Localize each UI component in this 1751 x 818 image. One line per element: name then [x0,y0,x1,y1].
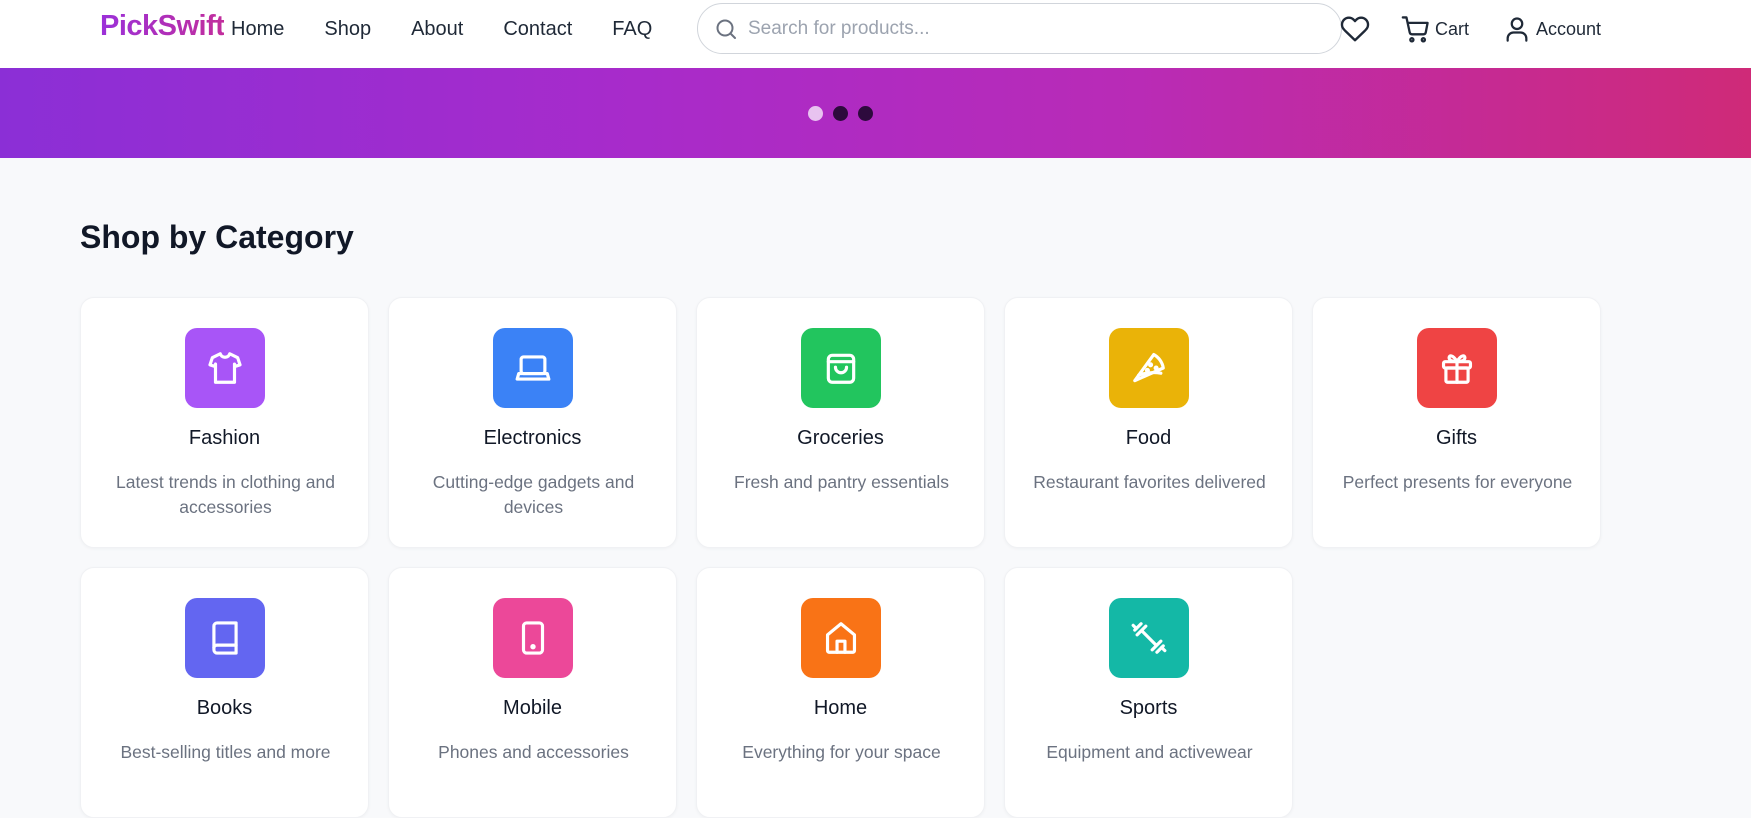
category-description: Fresh and pantry essentials [734,472,949,492]
cart-label: Cart [1435,18,1470,39]
category-icon-box [1417,328,1497,408]
category-card-gifts[interactable]: Gifts Perfect presents for everyone [1312,297,1601,548]
house-icon [825,622,857,654]
category-description: Perfect presents for everyone [1342,472,1573,492]
shopping-bag-icon [826,353,856,384]
category-name: Mobile [503,697,562,719]
account-label: Account [1536,18,1602,39]
laptop-icon [515,355,551,381]
carousel-dots [808,106,883,121]
cart-icon [1401,15,1429,42]
category-icon-box [1109,598,1189,678]
wishlist-button[interactable] [1340,14,1370,44]
brand-logo[interactable]: PickSwift [100,10,225,43]
category-name: Fashion [188,427,261,449]
category-card-groceries[interactable]: Groceries Fresh and pantry essentials [696,297,985,548]
shirt-icon [208,352,242,384]
category-name: Gifts [1435,427,1478,449]
category-icon-box [185,598,265,678]
category-icon-box [493,328,573,408]
nav-link-about[interactable]: About [411,18,463,41]
category-card-books[interactable]: Books Best-selling titles and more [80,567,369,818]
nav-link-contact[interactable]: Contact [503,18,572,41]
gift-icon [1441,354,1473,384]
dumbbell-icon [1131,622,1167,654]
category-name: Books [196,697,253,719]
category-card-sports[interactable]: Sports Equipment and activewear [1004,567,1293,818]
category-icon-box [185,328,265,408]
search-icon [716,19,736,39]
nav-link-faq[interactable]: FAQ [612,18,652,41]
carousel-dot-2[interactable] [833,106,848,121]
category-card-mobile[interactable]: Mobile Phones and accessories [388,567,677,818]
category-card-home[interactable]: Home Everything for your space [696,567,985,818]
section-title: Shop by Category [80,219,354,255]
category-card-food[interactable]: Food Restaurant favorites delivered [1004,297,1293,548]
main-nav: Home Shop About Contact FAQ [231,0,692,58]
category-description: Latest trends in clothing and accessorie… [116,472,335,517]
search-input[interactable] [748,4,1318,53]
category-icon-box [801,598,881,678]
category-name: Home [813,697,868,719]
category-icon-box [801,328,881,408]
category-card-fashion[interactable]: Fashion Latest trends in clothing and ac… [80,297,369,548]
category-name: Sports [1119,697,1178,719]
category-name: Food [1125,427,1172,449]
category-icon-box [1109,328,1189,408]
site-header: PickSwift Home Shop About Contact FAQ Ca… [0,0,1751,68]
nav-link-home[interactable]: Home [231,18,284,41]
category-description: Best-selling titles and more [120,742,331,762]
category-name: Electronics [483,427,582,449]
user-icon [1506,17,1528,42]
carousel-dot-1[interactable] [808,106,823,121]
carousel-dot-3[interactable] [858,106,873,121]
cart-button[interactable]: Cart [1401,14,1469,44]
pizza-icon [1133,352,1165,383]
smartphone-icon [521,621,545,655]
category-description: Phones and accessories [438,742,629,762]
nav-link-shop[interactable]: Shop [324,18,371,41]
category-description: Cutting-edge gadgets and devices [432,472,635,517]
category-icon-box [493,598,573,678]
search-bar [697,3,1342,54]
category-card-electronics[interactable]: Electronics Cutting-edge gadgets and dev… [388,297,677,548]
book-icon [212,621,238,655]
hero-banner [0,68,1751,158]
heart-icon [1340,16,1370,42]
category-description: Everything for your space [742,742,941,762]
account-button[interactable]: Account [1503,14,1601,44]
category-description: Restaurant favorites delivered [1033,472,1266,492]
category-name: Groceries [797,427,884,449]
category-description: Equipment and activewear [1046,742,1253,762]
